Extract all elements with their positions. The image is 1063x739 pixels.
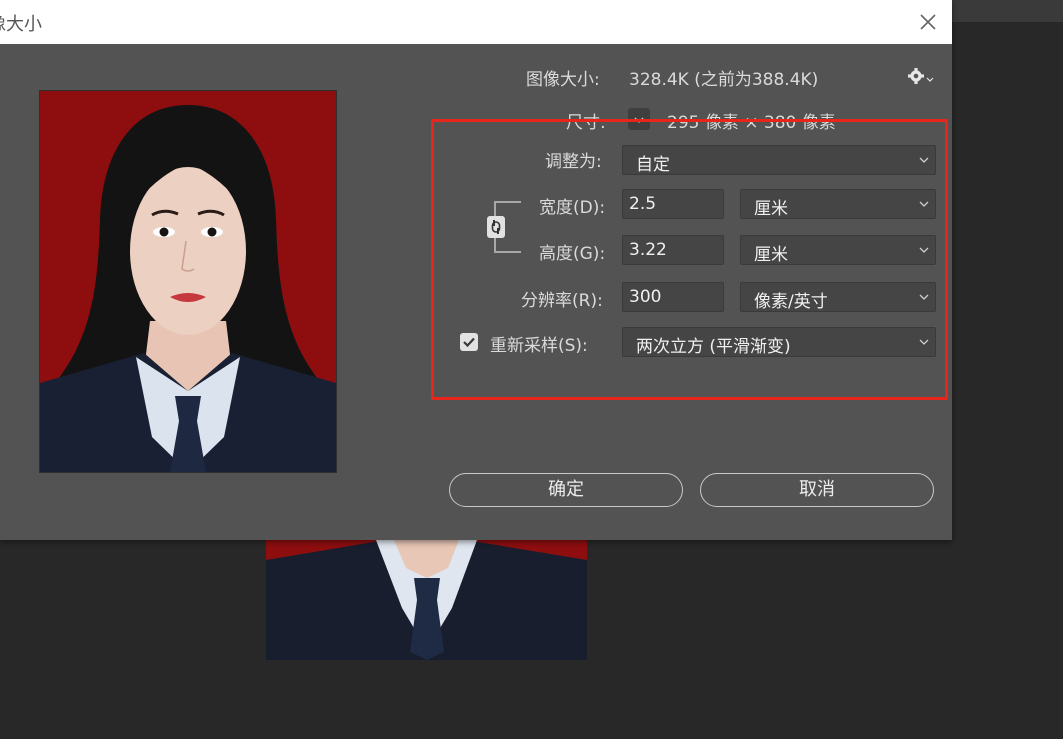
resolution-unit-value: 像素/英寸 bbox=[754, 292, 828, 312]
resample-checkbox[interactable] bbox=[460, 333, 478, 351]
resolution-value: 300 bbox=[629, 287, 662, 307]
fit-to-select[interactable]: 自定 bbox=[622, 145, 936, 175]
link-icon[interactable] bbox=[486, 200, 522, 254]
workspace-tab-strip bbox=[952, 0, 1063, 22]
resample-method-select[interactable]: 两次立方 (平滑渐变) bbox=[622, 327, 936, 357]
height-value: 3.22 bbox=[629, 240, 667, 260]
chevron-down-icon bbox=[919, 294, 929, 300]
resample-label: 重新采样(S): bbox=[490, 336, 588, 356]
fit-to-label: 调整为: bbox=[545, 152, 602, 172]
resolution-unit-select[interactable]: 像素/英寸 bbox=[740, 282, 936, 312]
image-size-value: 328.4K (之前为388.4K) bbox=[629, 70, 819, 90]
canvas-photo bbox=[266, 540, 587, 660]
dimensions-value: 295 像素 × 380 像素 bbox=[667, 113, 836, 133]
chevron-down-icon bbox=[919, 157, 929, 163]
ok-button[interactable]: 确定 bbox=[449, 473, 683, 507]
width-input[interactable]: 2.5 bbox=[622, 189, 724, 219]
close-icon[interactable] bbox=[912, 6, 944, 38]
width-value: 2.5 bbox=[629, 194, 657, 214]
chevron-down-icon bbox=[919, 247, 929, 253]
width-unit-select[interactable]: 厘米 bbox=[740, 189, 936, 219]
width-label: 宽度(D): bbox=[539, 198, 606, 218]
fit-to-value: 自定 bbox=[636, 155, 670, 175]
height-unit-value: 厘米 bbox=[754, 245, 788, 265]
dimensions-unit-dropdown[interactable] bbox=[628, 108, 650, 130]
checkmark-icon bbox=[463, 337, 475, 348]
cancel-button[interactable]: 取消 bbox=[700, 473, 934, 507]
resolution-label: 分辨率(R): bbox=[521, 291, 603, 311]
height-label: 高度(G): bbox=[539, 244, 606, 264]
resolution-input[interactable]: 300 bbox=[622, 282, 724, 312]
width-unit-value: 厘米 bbox=[754, 199, 788, 219]
resample-method-value: 两次立方 (平滑渐变) bbox=[636, 337, 791, 357]
chevron-down-icon bbox=[919, 201, 929, 207]
image-size-label: 图像大小: bbox=[526, 70, 600, 90]
dialog-title: 像大小 bbox=[0, 14, 42, 35]
dimensions-label: 尺寸: bbox=[566, 113, 606, 133]
height-unit-select[interactable]: 厘米 bbox=[740, 235, 936, 265]
height-input[interactable]: 3.22 bbox=[622, 235, 724, 265]
dialog-titlebar: 像大小 bbox=[0, 0, 952, 44]
gear-icon[interactable] bbox=[906, 65, 934, 87]
chevron-down-icon bbox=[634, 117, 644, 123]
image-preview[interactable] bbox=[39, 90, 337, 473]
chevron-down-icon bbox=[919, 339, 929, 345]
image-size-dialog: 像大小 图像大小: 328.4K (之前为388.4K) bbox=[0, 0, 952, 540]
